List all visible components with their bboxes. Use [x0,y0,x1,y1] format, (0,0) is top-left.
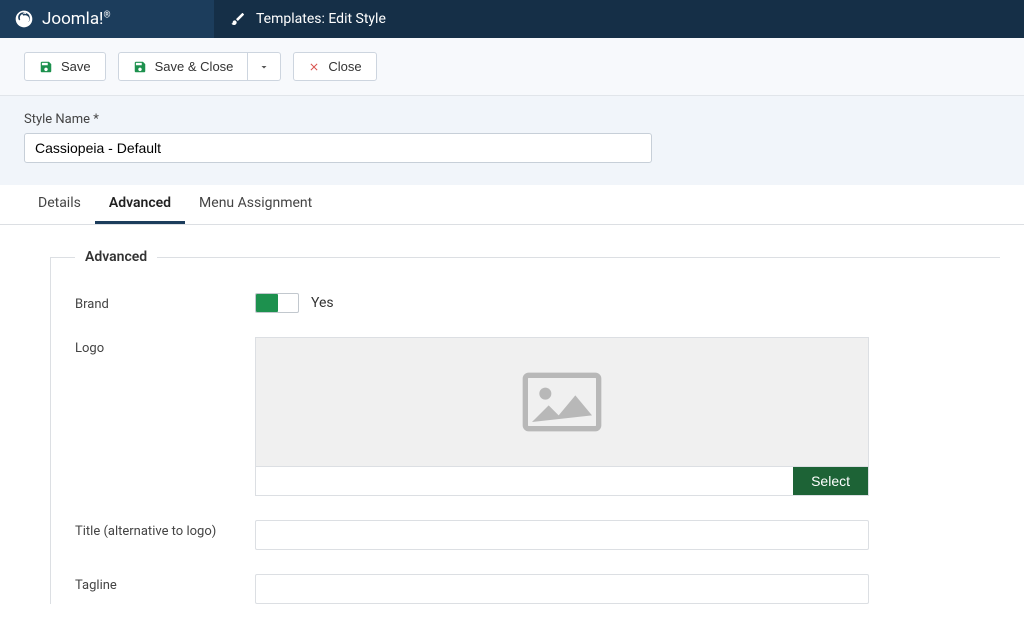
close-button-label: Close [328,59,361,74]
tagline-input[interactable] [255,574,869,604]
logo-control: Select [255,337,1000,496]
content: Advanced Brand Yes Logo [0,225,1024,628]
joomla-logo-icon [14,9,34,29]
brand-toggle-text: Yes [311,295,334,311]
brush-icon [230,11,246,27]
logo-path-input[interactable] [256,467,793,495]
title-section: Templates: Edit Style [214,0,1024,38]
save-button[interactable]: Save [24,52,106,81]
title-input[interactable] [255,520,869,550]
logo-row: Logo Select [75,337,1000,496]
toggle-knob [256,294,278,312]
close-icon [308,61,320,73]
form-area: Style Name * [0,96,1024,185]
save-dropdown-button[interactable] [248,52,281,81]
title-label: Title (alternative to logo) [75,520,255,539]
save-close-group: Save & Close [118,52,282,81]
tab-advanced[interactable]: Advanced [95,185,185,224]
tagline-control [255,574,1000,604]
page-title: Templates: Edit Style [256,11,386,27]
brand-section: Joomla!® [0,0,214,38]
toolbar: Save Save & Close Close [0,38,1024,96]
fieldset-legend: Advanced [75,249,157,265]
close-button[interactable]: Close [293,52,376,81]
image-placeholder-icon [522,372,602,432]
top-bar: Joomla!® Templates: Edit Style [0,0,1024,38]
logo-select-button[interactable]: Select [793,467,868,495]
logo-media-box[interactable] [255,337,869,467]
advanced-fieldset: Advanced Brand Yes Logo [50,249,1000,604]
tab-details[interactable]: Details [24,185,95,224]
logo-label: Logo [75,337,255,356]
save-icon [133,60,147,74]
brand-row: Brand Yes [75,293,1000,313]
brand-toggle[interactable] [255,293,299,313]
title-row: Title (alternative to logo) [75,520,1000,550]
style-name-label: Style Name * [24,112,1000,127]
logo-select-row: Select [255,467,869,496]
brand-label: Brand [75,293,255,312]
title-control [255,520,1000,550]
brand-control: Yes [255,293,1000,313]
tagline-row: Tagline [75,574,1000,604]
save-icon [39,60,53,74]
tabs: Details Advanced Menu Assignment [0,185,1024,225]
tab-menu-assignment[interactable]: Menu Assignment [185,185,326,224]
tagline-label: Tagline [75,574,255,593]
brand-text: Joomla!® [42,9,111,29]
save-close-button[interactable]: Save & Close [118,52,249,81]
chevron-down-icon [258,61,270,73]
style-name-input[interactable] [24,133,652,163]
save-button-label: Save [61,59,91,74]
save-close-button-label: Save & Close [155,59,234,74]
